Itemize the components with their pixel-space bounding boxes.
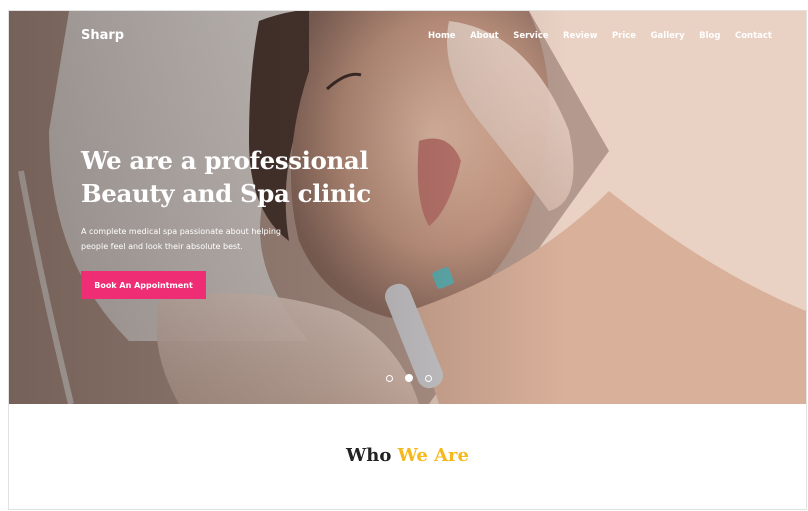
slider-dot-2[interactable] <box>405 374 413 382</box>
brand-logo[interactable]: Sharp <box>81 28 124 43</box>
hero-subtitle-line1: A complete medical spa passionate about … <box>81 227 281 236</box>
slider-dot-3[interactable] <box>425 374 432 382</box>
nav-blog[interactable]: Blog <box>699 31 720 41</box>
hero-title-line1: We are a professional <box>81 146 369 175</box>
nav-review[interactable]: Review <box>563 31 597 41</box>
nav-home[interactable]: Home <box>428 31 456 41</box>
nav-price[interactable]: Price <box>612 31 636 41</box>
page-frame: Sharp Home About Service Review Price Ga… <box>8 10 807 510</box>
who-we-are-title: Who We Are <box>9 445 806 466</box>
who-we-are-title-part1: Who <box>346 445 392 466</box>
hero-title: We are a professional Beauty and Spa cli… <box>81 144 381 210</box>
slider-dots <box>386 374 432 382</box>
slider-dot-1[interactable] <box>386 374 393 382</box>
hero-title-line2: Beauty and Spa clinic <box>81 179 371 208</box>
nav-contact[interactable]: Contact <box>735 31 772 41</box>
hero-section: Sharp Home About Service Review Price Ga… <box>9 11 806 404</box>
book-appointment-button[interactable]: Book An Appointment <box>81 271 206 299</box>
nav-gallery[interactable]: Gallery <box>651 31 685 41</box>
nav-about[interactable]: About <box>470 31 499 41</box>
who-we-are-title-part2: We Are <box>397 445 469 466</box>
main-nav: Home About Service Review Price Gallery … <box>428 31 786 41</box>
hero-subtitle: A complete medical spa passionate about … <box>81 224 291 254</box>
hero-subtitle-line2: people feel and look their absolute best… <box>81 242 243 251</box>
nav-service[interactable]: Service <box>513 31 548 41</box>
